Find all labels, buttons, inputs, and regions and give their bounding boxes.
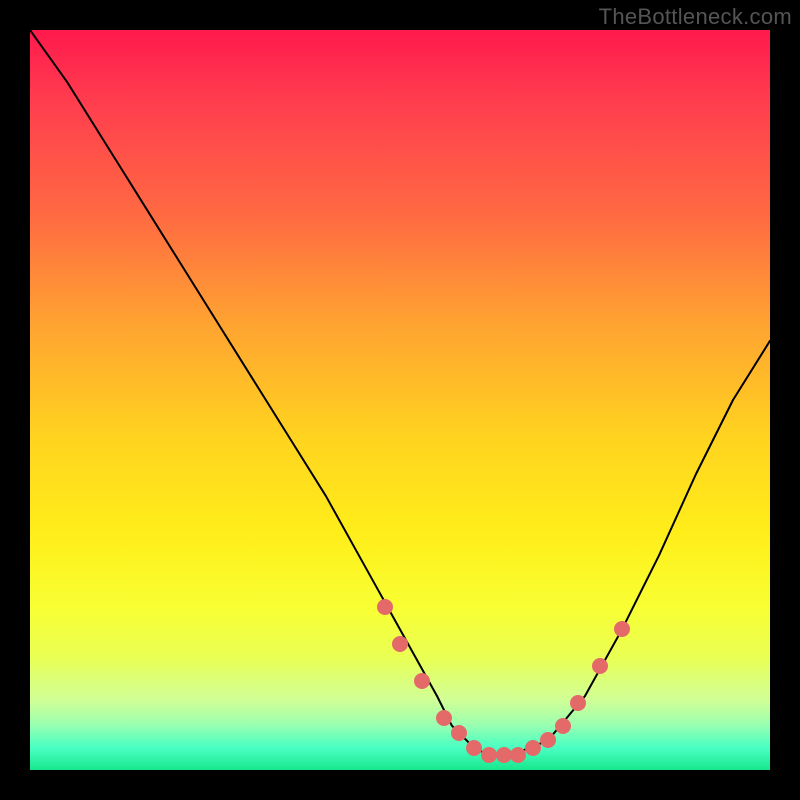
data-point [481,747,497,763]
data-point [555,718,571,734]
watermark-text: TheBottleneck.com [599,4,792,30]
data-point [570,695,586,711]
data-point [466,740,482,756]
data-point [496,747,512,763]
data-point [525,740,541,756]
curve-layer [30,30,770,770]
plot-area [30,30,770,770]
chart-stage: TheBottleneck.com [0,0,800,800]
